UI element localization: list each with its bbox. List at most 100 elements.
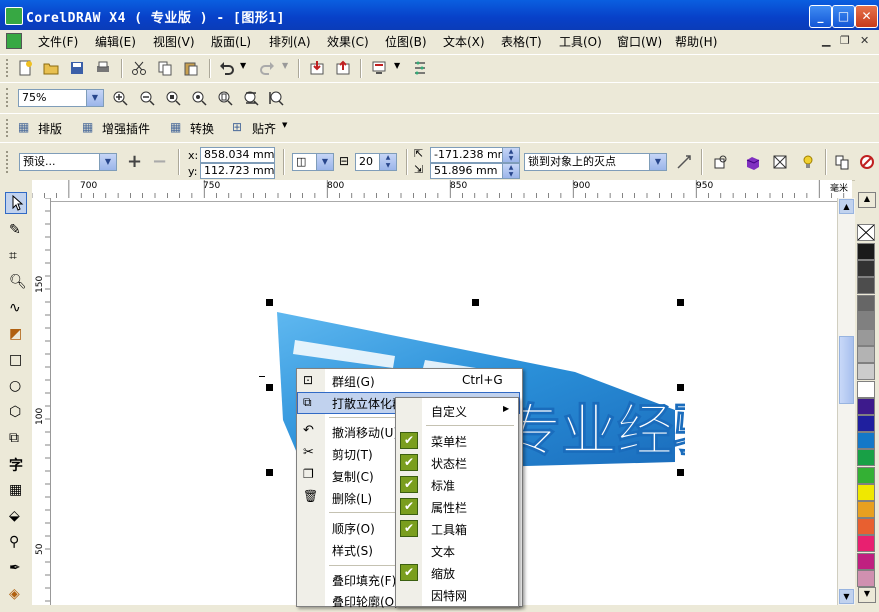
freehand-tool-icon[interactable]: ∿ — [9, 300, 21, 316]
color-swatch[interactable] — [857, 380, 875, 398]
enhance-plugin-button[interactable]: ▦ 增强插件 — [82, 118, 154, 138]
mdi-close-button[interactable]: ✕ — [860, 34, 869, 47]
paste-icon[interactable] — [183, 60, 199, 76]
vanishing-y-field[interactable]: 51.896 mm ▲ ▼ — [430, 163, 520, 179]
extrusion-type-select[interactable]: ◫ ▼ — [292, 153, 334, 171]
vanishing-y-spinner-icon[interactable]: ▲ ▼ — [502, 164, 519, 178]
basic-shapes-tool-icon[interactable]: ⧉ — [9, 430, 19, 446]
submenu-item-menubar[interactable]: ✔ 菜单栏 — [396, 430, 516, 452]
close-button[interactable]: ✕ — [855, 5, 878, 28]
clear-extrude-icon[interactable] — [859, 154, 875, 170]
toolbar-grip[interactable] — [6, 59, 11, 77]
color-swatch[interactable] — [857, 518, 875, 536]
snap-plugin-button[interactable]: ⊞ 贴齐 ▼ — [232, 118, 288, 138]
selection-handle[interactable] — [472, 299, 479, 306]
palette-scroll-up-icon[interactable]: ▲ — [858, 192, 876, 208]
launcher-dropdown-icon[interactable]: ▼ — [394, 61, 400, 70]
add-preset-button[interactable]: + — [127, 151, 142, 172]
selection-handle[interactable] — [677, 299, 684, 306]
application-launcher-icon[interactable] — [371, 60, 387, 76]
no-color-swatch[interactable] — [857, 224, 875, 241]
submenu-item-standard[interactable]: ✔ 标准 — [396, 474, 516, 496]
toolbar-grip[interactable] — [6, 88, 11, 107]
selection-handle[interactable] — [266, 299, 273, 306]
color-swatch[interactable] — [857, 260, 875, 278]
toolbar-grip[interactable] — [6, 119, 11, 137]
undo-dropdown-icon[interactable]: ▼ — [240, 61, 246, 70]
scroll-thumb[interactable] — [839, 336, 854, 404]
table-tool-icon[interactable]: ▦ — [9, 482, 22, 498]
document-icon[interactable] — [6, 33, 22, 49]
ellipse-tool-icon[interactable]: ○ — [9, 378, 21, 394]
menu-text[interactable]: 文本(X) — [443, 33, 485, 50]
color-swatch[interactable] — [857, 466, 875, 484]
vp-page-icon[interactable] — [676, 154, 692, 170]
zoom-page-width-icon[interactable] — [243, 90, 259, 106]
print-icon[interactable] — [95, 60, 111, 76]
submenu-item-text[interactable]: 文本 — [396, 540, 516, 562]
menu-effects[interactable]: 效果(C) — [327, 33, 369, 50]
color-swatch[interactable] — [857, 501, 875, 518]
polygon-tool-icon[interactable]: ⬡ — [9, 404, 21, 420]
y-position-field[interactable]: 112.723 mm — [200, 163, 275, 179]
shape-tool-icon[interactable]: ✎ — [9, 222, 21, 238]
submenu-item-property-bar[interactable]: ✔ 属性栏 — [396, 496, 516, 518]
menu-edit[interactable]: 编辑(E) — [95, 33, 136, 50]
title-bar[interactable]: CorelDRAW X4 ( 专业版 ) - [图形1] _ □ ✕ — [0, 0, 879, 30]
extrude-lighting-icon[interactable] — [800, 154, 816, 170]
vanishing-point-dropdown-icon[interactable]: ▼ — [649, 154, 666, 170]
extrude-bevel-icon[interactable] — [772, 154, 788, 170]
palette-scroll-down-icon[interactable]: ▼ — [858, 587, 876, 603]
selection-handle[interactable] — [266, 384, 273, 391]
submenu-item-internet[interactable]: 因特网 — [396, 584, 516, 606]
color-swatch[interactable] — [857, 329, 875, 346]
zoom-page-icon[interactable] — [217, 90, 233, 106]
zoom-selected-icon[interactable] — [165, 90, 181, 106]
color-swatch[interactable] — [857, 294, 875, 312]
undo-icon[interactable] — [219, 60, 235, 76]
menu-help[interactable]: 帮助(H) — [675, 33, 717, 50]
scroll-up-icon[interactable]: ▲ — [839, 199, 854, 214]
maximize-button[interactable]: □ — [832, 5, 855, 28]
menu-tools[interactable]: 工具(O) — [559, 33, 602, 50]
preset-select[interactable]: 预设... ▼ — [19, 153, 117, 171]
menu-file[interactable]: 文件(F) — [38, 33, 78, 50]
redo-icon[interactable] — [259, 60, 275, 76]
depth-field[interactable]: 20 ▲ ▼ — [355, 153, 397, 171]
color-swatch[interactable] — [857, 569, 875, 587]
outline-tool-icon[interactable]: ✒ — [9, 560, 21, 576]
extrude-rotation-icon[interactable] — [712, 154, 728, 170]
fill-tool-icon[interactable]: ◈ — [9, 586, 20, 602]
menu-table[interactable]: 表格(T) — [501, 33, 542, 50]
crop-tool-icon[interactable]: ⌗ — [9, 248, 17, 264]
submenu-item-customize[interactable]: 自定义 ▶ — [396, 400, 516, 422]
color-swatch[interactable] — [857, 449, 875, 467]
color-swatch[interactable] — [857, 415, 875, 432]
snap-dropdown-icon[interactable]: ▼ — [282, 121, 287, 129]
preset-dropdown-icon[interactable]: ▼ — [99, 154, 116, 170]
save-icon[interactable] — [69, 60, 85, 76]
vertical-ruler[interactable]: 150 100 50 — [32, 198, 51, 605]
cut-icon[interactable] — [131, 60, 147, 76]
copy-extrude-properties-icon[interactable] — [834, 154, 850, 170]
zoom-dropdown-icon[interactable]: ▼ — [86, 90, 103, 106]
color-swatch[interactable] — [857, 346, 875, 364]
color-swatch[interactable] — [857, 311, 875, 329]
new-document-icon[interactable] — [17, 60, 33, 76]
minimize-button[interactable]: _ — [809, 5, 832, 28]
color-swatch[interactable] — [857, 243, 875, 260]
zoom-out-icon[interactable] — [139, 90, 155, 106]
vanishing-x-field[interactable]: -171.238 mm ▲ ▼ — [430, 147, 520, 163]
zoom-in-icon[interactable] — [112, 90, 128, 106]
menu-bitmaps[interactable]: 位图(B) — [385, 33, 427, 50]
remove-preset-button[interactable]: − — [152, 151, 167, 172]
redo-dropdown-icon[interactable]: ▼ — [282, 61, 288, 70]
color-swatch[interactable] — [857, 277, 875, 295]
submenu-item-toolbox[interactable]: ✔ 工具箱 — [396, 518, 516, 540]
text-tool-icon[interactable]: 字 — [9, 455, 23, 475]
open-folder-icon[interactable] — [43, 60, 59, 76]
menu-arrange[interactable]: 排列(A) — [269, 33, 311, 50]
eyedropper-tool-icon[interactable]: ⚲ — [9, 534, 19, 550]
rectangle-tool-icon[interactable]: □ — [9, 352, 22, 368]
layout-plugin-button[interactable]: ▦ 排版 — [18, 118, 66, 138]
